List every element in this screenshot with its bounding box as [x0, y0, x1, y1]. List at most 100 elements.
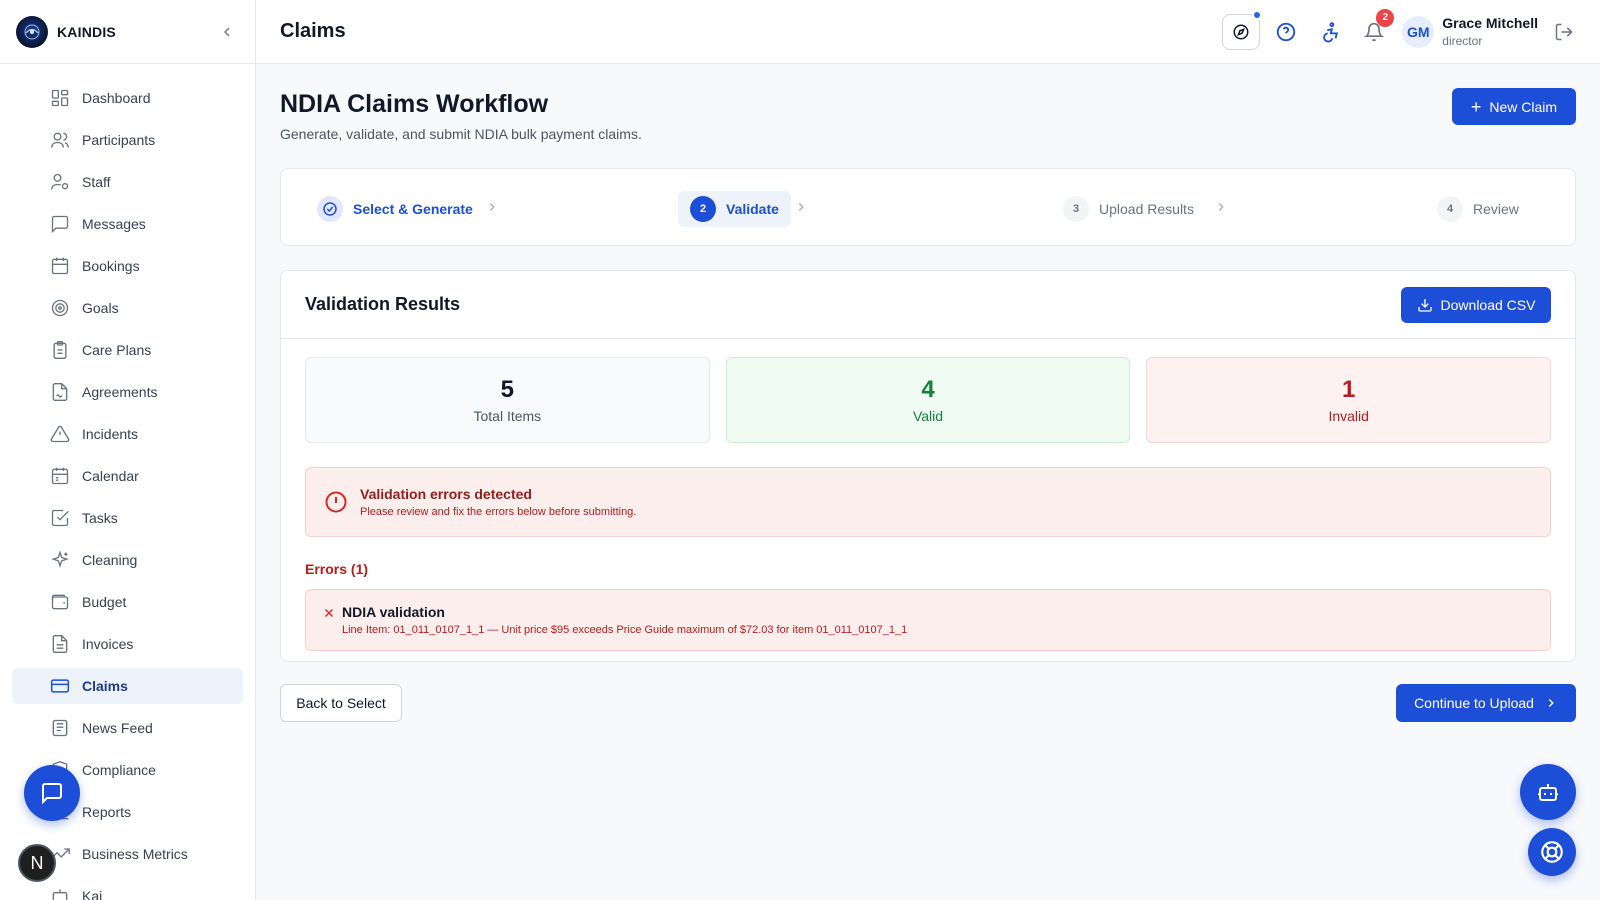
error-message: Line Item: 01_011_0107_1_1 — Unit price … — [342, 624, 908, 636]
dashboard-icon — [51, 89, 69, 107]
validation-results-card: Validation Results Download CSV 5 Total … — [280, 270, 1576, 662]
sidebar-item-goals[interactable]: Goals — [12, 290, 243, 326]
download-csv-button[interactable]: Download CSV — [1401, 286, 1551, 323]
alert-title: Validation errors detected — [360, 486, 532, 502]
sidebar-item-news-feed[interactable]: News Feed — [12, 710, 243, 746]
chevron-left-icon — [224, 27, 230, 36]
card-header: Validation Results Download CSV — [281, 271, 1575, 339]
sidebar-item-label: Budget — [82, 594, 127, 610]
download-icon — [1417, 298, 1432, 312]
step-number: 2 — [690, 196, 716, 222]
sidebar-item-label: Calendar — [82, 468, 139, 484]
n-badge-button[interactable]: N — [18, 844, 56, 882]
chevron-right-icon — [1218, 203, 1224, 211]
stat-value: 5 — [500, 376, 515, 403]
sidebar: KAINDIS Dashboard Participants Staff Mes… — [0, 0, 256, 900]
sidebar-item-claims[interactable]: Claims — [12, 668, 243, 704]
step-select-generate[interactable]: Select & Generate — [305, 191, 485, 227]
sidebar-item-calendar[interactable]: Calendar — [12, 458, 243, 494]
sidebar-item-dashboard[interactable]: Dashboard — [12, 80, 243, 116]
sidebar-item-label: News Feed — [82, 720, 153, 736]
stat-total: 5 Total Items — [305, 357, 710, 443]
assistant-bot-button[interactable] — [1520, 764, 1576, 820]
sidebar-item-agreements[interactable]: Agreements — [12, 374, 243, 410]
compass-icon — [1233, 24, 1249, 39]
topbar-title: Claims — [280, 20, 346, 42]
sidebar-item-tasks[interactable]: Tasks — [12, 500, 243, 536]
step-validate[interactable]: 2 Validate — [678, 191, 791, 227]
download-csv-label: Download CSV — [1440, 296, 1536, 313]
error-list-item: NDIA validation Line Item: 01_011_0107_1… — [305, 589, 1551, 651]
message-icon — [51, 215, 69, 234]
users-icon — [51, 132, 69, 148]
notification-count-badge: 2 — [1376, 8, 1395, 27]
credit-card-icon — [50, 679, 70, 693]
topbar-actions: 2 GM Grace Mitchell director — [1214, 8, 1576, 50]
sidebar-item-care-plans[interactable]: Care Plans — [12, 332, 243, 368]
step-label: Select & Generate — [353, 201, 473, 217]
brand: KAINDIS — [0, 0, 255, 64]
step-upload-results[interactable]: 3 Upload Results — [1051, 191, 1206, 227]
accessibility-icon — [1323, 21, 1339, 42]
sidebar-item-cleaning[interactable]: Cleaning — [12, 542, 243, 578]
sidebar-item-budget[interactable]: Budget — [12, 584, 243, 620]
sidebar-item-label: Participants — [82, 132, 156, 148]
brand-name: KAINDIS — [57, 23, 116, 40]
back-to-select-button[interactable]: Back to Select — [280, 684, 402, 722]
status-dot — [1252, 9, 1263, 20]
support-button[interactable] — [1528, 828, 1576, 876]
check-square-icon — [51, 509, 69, 527]
sidebar-item-label: Reports — [82, 804, 132, 820]
topbar: Claims 2 GM Grace Mitchell director — [256, 0, 1600, 64]
chat-fab-button[interactable] — [24, 765, 80, 821]
chat-icon — [42, 783, 62, 805]
stat-invalid: 1 Invalid — [1146, 357, 1552, 443]
avatar[interactable]: GM — [1402, 15, 1435, 48]
sidebar-item-label: Messages — [82, 216, 146, 232]
new-claim-button[interactable]: + New Claim — [1452, 88, 1576, 125]
brand-logo-icon[interactable] — [16, 15, 48, 48]
sidebar-item-label: Care Plans — [82, 342, 152, 358]
step-number: 4 — [1437, 196, 1463, 222]
file-text-icon — [52, 635, 68, 653]
stat-label: Valid — [912, 408, 944, 424]
newspaper-icon — [52, 719, 68, 737]
stat-valid: 4 Valid — [725, 357, 1131, 443]
calendar-grid-icon — [51, 257, 69, 275]
sidebar-item-staff[interactable]: Staff — [12, 164, 243, 200]
stat-label: Invalid — [1328, 408, 1369, 424]
logout-button[interactable] — [1552, 20, 1576, 44]
notifications-button[interactable]: 2 — [1356, 8, 1395, 50]
sidebar-item-label: Goals — [82, 300, 119, 316]
help-button[interactable] — [1268, 14, 1304, 50]
sidebar-item-invoices[interactable]: Invoices — [12, 626, 243, 662]
calendar-icon — [51, 467, 69, 485]
new-claim-label: New Claim — [1489, 98, 1558, 115]
help-circle-icon — [1277, 22, 1296, 41]
clipboard-icon — [53, 341, 67, 359]
chevron-right-icon — [489, 203, 495, 211]
target-icon — [51, 299, 69, 317]
sidebar-item-bookings[interactable]: Bookings — [12, 248, 243, 284]
page-subtitle: Generate, validate, and submit NDIA bulk… — [280, 126, 642, 142]
sidebar-item-participants[interactable]: Participants — [12, 122, 243, 158]
compass-button[interactable] — [1222, 9, 1263, 50]
continue-label: Continue to Upload — [1414, 695, 1534, 711]
workflow-stepper: Select & Generate 2 Validate 3 Upload Re… — [280, 168, 1576, 246]
step-label: Review — [1473, 201, 1519, 217]
card-title: Validation Results — [305, 294, 461, 314]
sidebar-item-kai[interactable]: Kai — [12, 878, 243, 900]
sidebar-item-incidents[interactable]: Incidents — [12, 416, 243, 452]
user-info[interactable]: Grace Mitchell director — [1442, 15, 1538, 48]
page-header: NDIA Claims Workflow Generate, validate,… — [280, 64, 1576, 164]
continue-to-upload-button[interactable]: Continue to Upload — [1396, 684, 1576, 722]
sidebar-item-label: Incidents — [82, 426, 139, 442]
wallet-icon — [51, 594, 69, 610]
sidebar-item-messages[interactable]: Messages — [12, 206, 243, 242]
main-content: NDIA Claims Workflow Generate, validate,… — [280, 64, 1576, 722]
logout-icon — [1555, 23, 1573, 40]
stats-row: 5 Total Items 4 Valid 1 Invalid — [305, 357, 1552, 443]
accessibility-button[interactable] — [1312, 14, 1348, 50]
collapse-sidebar-button[interactable] — [215, 20, 239, 44]
step-review[interactable]: 4 Review — [1425, 191, 1531, 227]
